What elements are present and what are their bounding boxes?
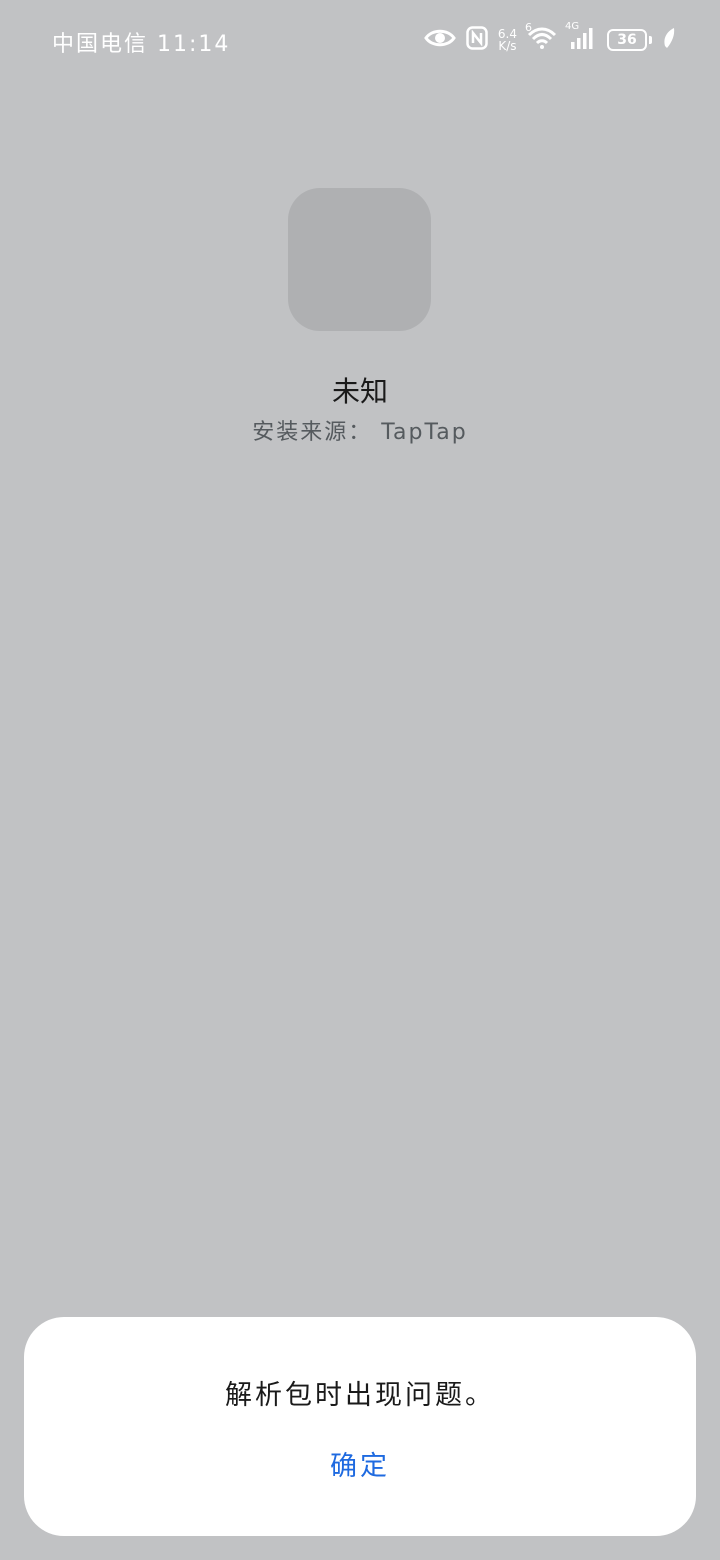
- confirm-button[interactable]: 确定: [310, 1445, 410, 1489]
- dialog-message: 解析包时出现问题。: [225, 1380, 495, 1411]
- screen: 中国电信 11:14 6.4 K/s 6 4G 36 未知 安装来源： TapT…: [0, 0, 720, 1560]
- app-name: 未知: [331, 375, 388, 408]
- battery-icon: 36: [607, 29, 647, 51]
- error-dialog: 解析包时出现问题。 确定: [24, 1317, 696, 1536]
- net-speed-unit: K/s: [498, 39, 517, 53]
- eye-icon: [424, 27, 456, 53]
- battery-level: 36: [617, 32, 637, 48]
- carrier-time: 中国电信 11:14: [52, 32, 231, 57]
- signal-icon: 4G: [565, 21, 597, 53]
- battery-tip: [649, 36, 652, 44]
- status-bar: 中国电信 11:14 6.4 K/s 6 4G 36: [0, 0, 720, 84]
- cell-badge: 4G: [565, 21, 580, 32]
- app-icon-placeholder: [288, 188, 431, 331]
- install-source: 安装来源： TapTap: [252, 420, 468, 445]
- net-speed: 6.4 K/s: [498, 28, 517, 52]
- wifi-icon: 6: [525, 21, 557, 53]
- leaf-icon: [662, 27, 676, 53]
- wifi-badge: 6: [525, 21, 532, 34]
- status-icons: 6.4 K/s 6 4G 36: [424, 21, 676, 56]
- nfc-icon: [466, 26, 488, 54]
